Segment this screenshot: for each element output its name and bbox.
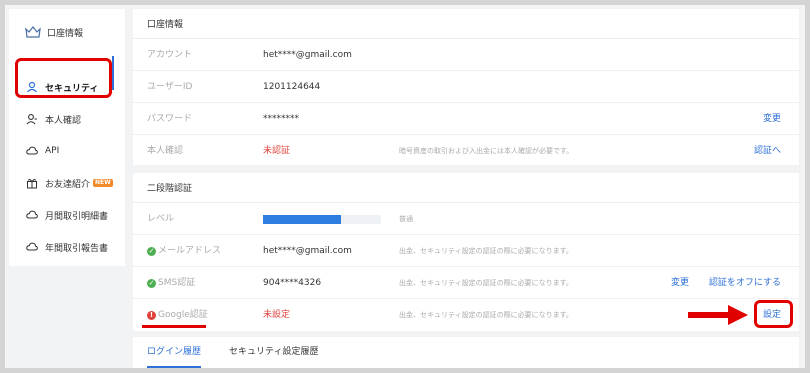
row-value: het****@gmail.com — [263, 50, 352, 60]
cloud-icon — [25, 208, 39, 222]
row-label: パスワード — [147, 114, 193, 124]
card-title: 二段階認証 — [133, 173, 799, 203]
sidebar-item-label: お友達紹介 — [45, 179, 91, 190]
disable-sms-link[interactable]: 認証をオフにする — [709, 267, 781, 299]
sidebar-item-label: API — [45, 146, 60, 156]
sidebar-item-monthly-statement[interactable]: 月間取引明細書 — [9, 203, 125, 227]
row-label: ユーザーID — [147, 82, 193, 92]
security-level-bar — [263, 215, 381, 224]
sidebar-item-kyc[interactable]: 本人確認 — [9, 107, 125, 131]
new-badge: NEW — [93, 179, 113, 187]
arrow-icon — [688, 305, 748, 325]
row-value: het****@gmail.com — [263, 246, 352, 256]
row-note: 出金、セキュリティ設定の認証の際に必要になります。 — [399, 311, 573, 319]
user-check-icon — [25, 112, 39, 126]
level-text: 普通 — [399, 215, 413, 223]
row-note: 暗号資産の取引および入出金には本人確認が必要です。 — [399, 147, 574, 155]
row-value: ******** — [263, 114, 299, 124]
row-value: 904****4326 — [263, 278, 322, 288]
row-label: アカウント — [147, 50, 193, 60]
row-note: 出金、セキュリティ設定の認証の際に必要になります。 — [399, 247, 573, 255]
change-sms-link[interactable]: 変更 — [671, 267, 689, 299]
highlight-box — [15, 58, 112, 98]
row-label: ✓ メールアドレス — [147, 235, 221, 267]
kyc-row: 本人確認 未認証 暗号資産の取引および入出金には本人確認が必要です。 認証へ — [133, 135, 799, 167]
google-auth-status: 未設定 — [263, 310, 291, 320]
sidebar-item-label: 月間取引明細書 — [45, 211, 109, 222]
row-label-text: SMS認証 — [158, 278, 196, 288]
row-note: 出金、セキュリティ設定の認証の際に必要になります。 — [399, 279, 573, 287]
cloud-icon — [25, 240, 39, 254]
row-label: 本人確認 — [147, 146, 184, 156]
row-value: 1201124644 — [263, 82, 321, 92]
sidebar-item-annual-report[interactable]: 年間取引報告書 — [9, 235, 125, 259]
sidebar-item-label: 年間取引報告書 — [45, 243, 109, 254]
gift-icon — [25, 176, 39, 190]
kyc-status: 未認証 — [263, 146, 291, 156]
alert-icon: ! — [147, 310, 156, 320]
crown-icon — [25, 24, 41, 40]
highlight-box — [754, 300, 793, 328]
user-id-row: ユーザーID 1201124644 — [133, 71, 799, 103]
security-level-fill — [263, 215, 341, 224]
sidebar-item-label: 本人確認 — [45, 115, 82, 126]
active-indicator — [112, 56, 114, 90]
sidebar-item-referral[interactable]: お友達紹介 NEW — [9, 171, 125, 195]
cloud-icon — [25, 144, 39, 158]
sidebar: 口座情報 セキュリティ 本人確認 API お友達紹介 NEW 月間取引明細書 年… — [9, 9, 125, 266]
verify-link[interactable]: 認証へ — [754, 135, 781, 167]
row-label: レベル — [147, 214, 175, 224]
change-password-link[interactable]: 変更 — [763, 103, 781, 135]
sidebar-item-api[interactable]: API — [9, 139, 125, 163]
level-row: レベル 普通 — [133, 203, 799, 235]
row-label: ✓ SMS認証 — [147, 267, 195, 299]
tab-security-history[interactable]: セキュリティ設定履歴 — [229, 337, 318, 368]
tab-login-history[interactable]: ログイン履歴 — [147, 337, 202, 368]
row-label-text: メールアドレス — [158, 246, 222, 256]
sidebar-item-label: 口座情報 — [47, 28, 84, 39]
sms-row: ✓ SMS認証 904****4326 出金、セキュリティ設定の認証の際に必要に… — [133, 267, 799, 299]
account-row: アカウント het****@gmail.com — [133, 39, 799, 71]
password-row: パスワード ******** 変更 — [133, 103, 799, 135]
email-row: ✓ メールアドレス het****@gmail.com 出金、セキュリティ設定の… — [133, 235, 799, 267]
check-icon: ✓ — [147, 278, 156, 288]
highlight-underline — [142, 325, 206, 328]
account-info-card: 口座情報 アカウント het****@gmail.com ユーザーID 1201… — [133, 9, 799, 165]
card-title: 口座情報 — [133, 9, 799, 39]
sidebar-item-account[interactable]: 口座情報 — [9, 20, 125, 44]
check-icon: ✓ — [147, 246, 156, 256]
history-tabs: ログイン履歴 セキュリティ設定履歴 — [133, 337, 799, 368]
